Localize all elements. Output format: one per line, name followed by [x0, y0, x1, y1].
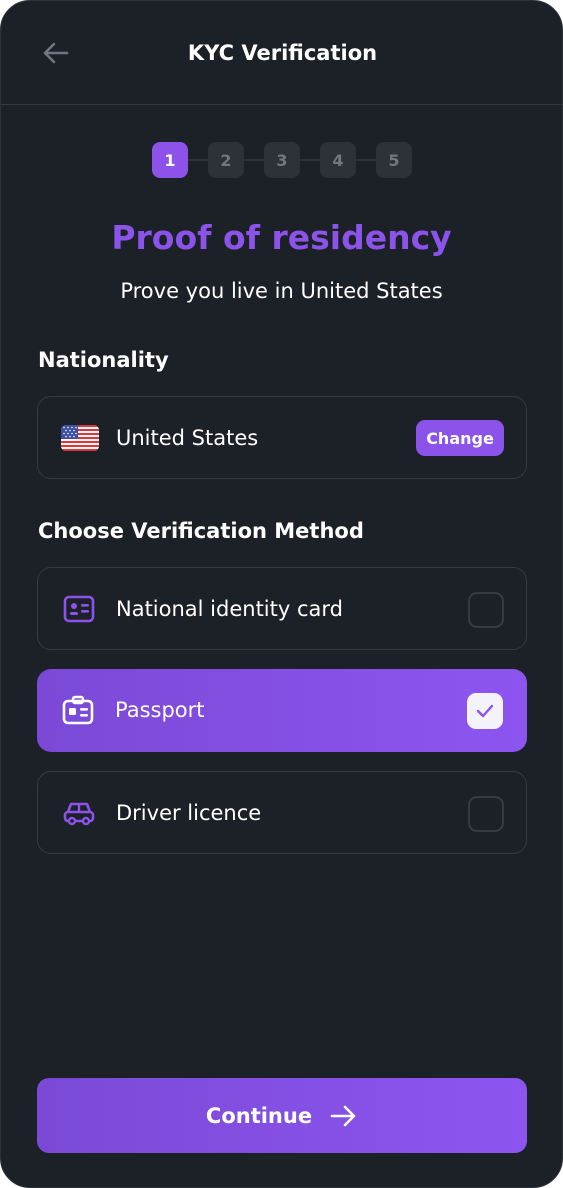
page-subtitle: Prove you live in United States: [120, 279, 443, 303]
step-4[interactable]: 4: [320, 142, 356, 178]
page-title: Proof of residency: [111, 218, 452, 257]
phone-frame: KYC Verification 1 2 3 4 5 Proof of resi…: [0, 0, 563, 1188]
step-connector: [244, 159, 264, 161]
method-label: National identity card: [116, 597, 343, 621]
us-flag-icon: [61, 425, 99, 451]
arrow-right-icon: [330, 1104, 358, 1128]
method-passport[interactable]: Passport: [37, 669, 527, 752]
method-national-id[interactable]: National identity card: [37, 567, 527, 650]
continue-button[interactable]: Continue: [37, 1078, 527, 1153]
step-1[interactable]: 1: [152, 142, 188, 178]
method-driver-licence[interactable]: Driver licence: [37, 771, 527, 854]
car-icon: [62, 797, 96, 829]
nationality-card: United States Change: [37, 396, 527, 479]
step-3[interactable]: 3: [264, 142, 300, 178]
step-connector: [300, 159, 320, 161]
step-connector: [356, 159, 376, 161]
passport-icon: [61, 694, 95, 726]
header-title: KYC Verification: [187, 41, 378, 65]
continue-label: Continue: [205, 1103, 313, 1128]
method-label: Driver licence: [116, 801, 262, 825]
verification-method-label: Choose Verification Method: [38, 519, 364, 543]
check-icon: [476, 704, 494, 718]
method-label: Passport: [115, 698, 205, 722]
method-checkbox[interactable]: [468, 592, 504, 628]
id-card-icon: [62, 593, 96, 625]
method-checkbox-checked[interactable]: [467, 693, 503, 729]
step-5[interactable]: 5: [376, 142, 412, 178]
nationality-label: Nationality: [38, 348, 169, 372]
nationality-value: United States: [116, 426, 259, 450]
change-nationality-button[interactable]: Change: [416, 420, 504, 456]
step-connector: [188, 159, 208, 161]
method-checkbox[interactable]: [468, 796, 504, 832]
stepper: 1 2 3 4 5: [152, 142, 412, 178]
header: KYC Verification: [1, 1, 562, 105]
step-2[interactable]: 2: [208, 142, 244, 178]
